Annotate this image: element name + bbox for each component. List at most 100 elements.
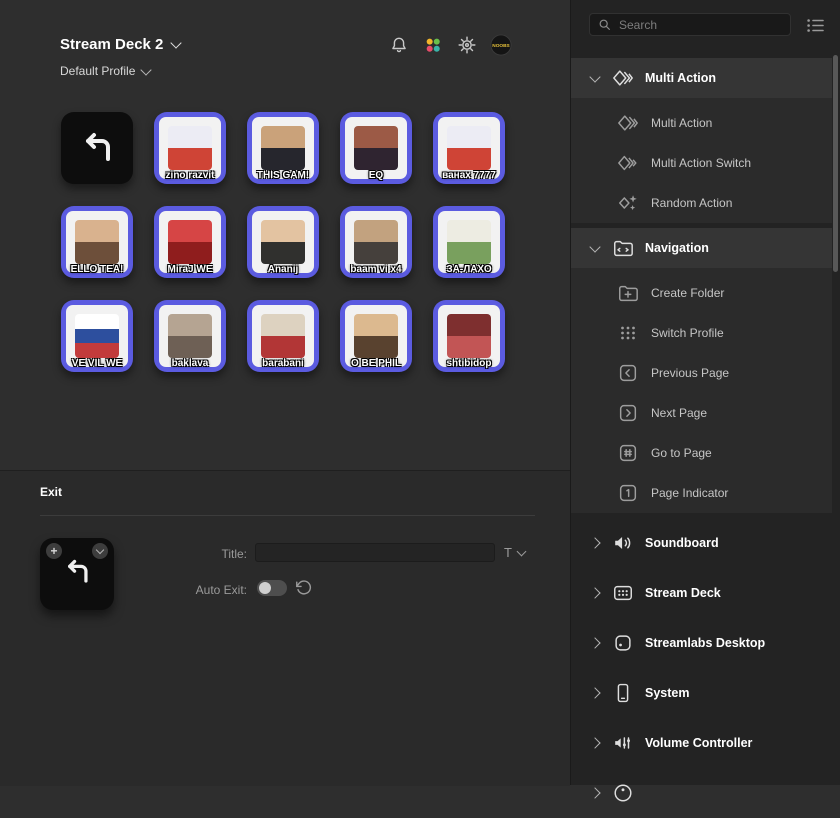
action-key-baklava[interactable]: baklava xyxy=(154,300,226,372)
action-label: Switch Profile xyxy=(651,326,724,340)
action-key-baam-vi-x4[interactable]: baam vi x4 xyxy=(340,206,412,278)
chevron-down-icon xyxy=(589,70,601,83)
key-artwork xyxy=(168,314,212,358)
key-label: MiraJ WE xyxy=(167,264,213,275)
action-next-page[interactable]: Next Page xyxy=(571,393,832,433)
chevron-right-icon xyxy=(589,587,601,599)
key-label: baklava xyxy=(171,358,209,369)
category-navigation[interactable]: Navigation xyxy=(571,228,832,268)
action-category-list: Multi Action Multi Action Multi Action Swi… xyxy=(571,58,832,818)
chevron-down-icon xyxy=(95,545,105,555)
action-search-box[interactable] xyxy=(589,13,791,36)
key-grid: zino razvit THIS GAM! EQ ванах 7777 ELLO TEA… xyxy=(61,112,505,372)
action-key-ananij[interactable]: Ananij xyxy=(247,206,319,278)
category-label: Soundboard xyxy=(645,536,719,550)
action-previous-page[interactable]: Previous Page xyxy=(571,353,832,393)
font-style-label: T xyxy=(504,545,512,560)
title-input[interactable] xyxy=(255,543,495,562)
random-action-icon xyxy=(616,191,640,215)
key-label: ЗА-ЛАХО xyxy=(446,264,492,275)
previous-page-icon xyxy=(616,361,640,385)
divider xyxy=(40,515,535,516)
toggle-knob xyxy=(259,582,271,594)
action-key-за-лахо[interactable]: ЗА-ЛАХО xyxy=(433,206,505,278)
volume-controller-icon xyxy=(611,731,635,755)
action-key-o-be-phil[interactable]: O BE PHIL xyxy=(340,300,412,372)
font-style-dropdown[interactable]: T xyxy=(504,545,527,560)
category-label: Multi Action xyxy=(645,71,717,85)
page-indicator-icon xyxy=(616,481,640,505)
chevron-right-icon xyxy=(589,687,601,699)
add-badge-button[interactable]: + xyxy=(46,543,62,559)
key-label: barabani xyxy=(262,358,304,369)
soundboard-icon xyxy=(611,531,635,555)
action-key-ve-vil-we[interactable]: VE VIL WE xyxy=(61,300,133,372)
action-key-ванах-7777[interactable]: ванах 7777 xyxy=(433,112,505,184)
category-partial[interactable] xyxy=(571,768,832,818)
profile-name-label: Default Profile xyxy=(60,64,136,78)
action-key-this-gam[interactable]: THIS GAM! xyxy=(247,112,319,184)
action-key-eq[interactable]: EQ xyxy=(340,112,412,184)
chevron-down-icon xyxy=(516,546,527,556)
chevron-down-icon xyxy=(589,240,601,253)
action-random-action[interactable]: Random Action xyxy=(571,183,832,223)
key-artwork xyxy=(261,314,305,358)
action-key-miraj-we[interactable]: MiraJ WE xyxy=(154,206,226,278)
list-view-toggle-icon[interactable] xyxy=(806,17,826,33)
action-key-shtibidop[interactable]: shtibidop xyxy=(433,300,505,372)
action-create-folder[interactable]: Create Folder xyxy=(571,273,832,313)
auto-exit-toggle[interactable] xyxy=(257,580,287,596)
category-streamlabs-desktop[interactable]: Streamlabs Desktop xyxy=(571,618,832,668)
key-artwork xyxy=(447,220,491,264)
action-label: Multi Action xyxy=(651,116,713,130)
action-page-indicator[interactable]: Page Indicator xyxy=(571,473,832,513)
profile-avatar-badge[interactable]: NOOBS xyxy=(490,34,512,56)
category-group-multi-action: Multi Action Multi Action Multi Action Swi… xyxy=(571,58,832,223)
search-input[interactable] xyxy=(617,16,782,33)
category-stream-deck[interactable]: Stream Deck xyxy=(571,568,832,618)
device-title[interactable]: Stream Deck 2 xyxy=(60,36,183,53)
notifications-bell-icon[interactable] xyxy=(388,34,410,56)
chevron-right-icon xyxy=(589,637,601,649)
key-label: EQ xyxy=(368,170,384,181)
action-multi-action-switch[interactable]: Multi Action Switch xyxy=(571,143,832,183)
category-multi-action[interactable]: Multi Action xyxy=(571,58,832,98)
action-switch-profile[interactable]: Switch Profile xyxy=(571,313,832,353)
key-artwork xyxy=(168,126,212,170)
sidebar-scrollbar-thumb[interactable] xyxy=(833,55,838,272)
stream-deck-app: { "app": { "title": "Stream Deck 2", "pr… xyxy=(0,0,840,802)
plugin-store-icon[interactable] xyxy=(422,34,444,56)
action-label: Next Page xyxy=(651,406,708,420)
action-label: Multi Action Switch xyxy=(651,156,752,170)
category-volume-controller[interactable]: Volume Controller xyxy=(571,718,832,768)
go-to-page-icon xyxy=(616,441,640,465)
multi-action-icon xyxy=(611,66,635,90)
key-label: Ananij xyxy=(267,264,299,275)
action-go-to-page[interactable]: Go to Page xyxy=(571,433,832,473)
chevron-right-icon xyxy=(589,737,601,749)
action-key-zino-razvit[interactable]: zino razvit xyxy=(154,112,226,184)
action-multi-action[interactable]: Multi Action xyxy=(571,103,832,143)
category-label: Volume Controller xyxy=(645,736,753,750)
key-artwork xyxy=(354,126,398,170)
category-items: Create Folder Switch Profile Previous Page… xyxy=(571,268,832,513)
key-artwork xyxy=(354,314,398,358)
key-preview[interactable]: + xyxy=(40,538,114,610)
reset-icon[interactable] xyxy=(294,578,312,596)
key-artwork xyxy=(168,220,212,264)
key-artwork xyxy=(447,126,491,170)
action-key-ello-tea[interactable]: ELLO TEA! xyxy=(61,206,133,278)
key-label: zino razvit xyxy=(165,170,215,181)
action-key-barabani[interactable]: barabani xyxy=(247,300,319,372)
chevron-down-icon xyxy=(140,63,153,76)
inspector-panel: Exit + Title: T Auto Exit: xyxy=(0,470,570,786)
key-options-dropdown[interactable] xyxy=(92,543,108,559)
search-icon xyxy=(598,18,611,31)
settings-gear-icon[interactable] xyxy=(456,34,478,56)
system-icon xyxy=(611,681,635,705)
exit-key[interactable] xyxy=(61,112,133,184)
category-system[interactable]: System xyxy=(571,668,832,718)
key-label: ELLO TEA! xyxy=(70,264,124,275)
profile-selector[interactable]: Default Profile xyxy=(60,63,153,78)
category-soundboard[interactable]: Soundboard xyxy=(571,518,832,568)
